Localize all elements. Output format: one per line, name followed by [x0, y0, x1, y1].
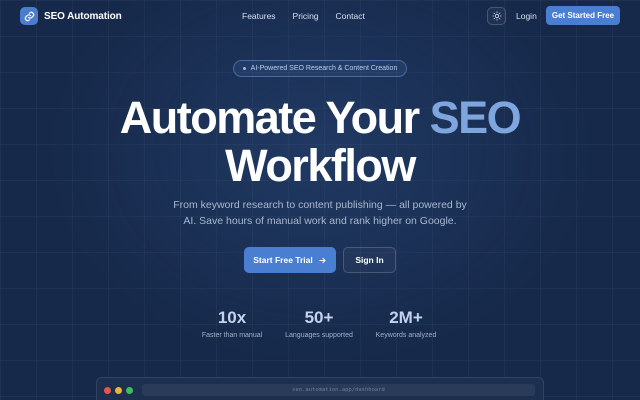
login-link[interactable]: Login — [516, 11, 537, 21]
dashboard-preview: seo.automation.app/dashboard — [96, 377, 544, 400]
start-free-trial-label: Start Free Trial — [253, 255, 313, 265]
sun-icon — [491, 11, 502, 21]
logo-text: SEO Automation — [44, 10, 122, 22]
theme-toggle-button[interactable] — [487, 7, 506, 25]
landing-page: SEO Automation Features Pricing Contact … — [0, 0, 640, 400]
sign-in-button[interactable]: Sign In — [343, 247, 396, 273]
stat-label: Keywords analyzed — [375, 332, 437, 339]
headline-accent: SEO — [429, 92, 522, 143]
window-maximize-dot — [126, 387, 133, 394]
arrow-right-icon — [319, 257, 326, 263]
stat-keywords: 2M+ Keywords analyzed — [351, 308, 461, 339]
headline-part1: Automate Your — [119, 92, 430, 143]
window-close-dot — [104, 387, 111, 394]
headline-part2: Workflow — [225, 140, 416, 191]
nav-link-features[interactable]: Features — [242, 11, 276, 21]
window-minimize-dot — [115, 387, 122, 394]
get-started-button[interactable]: Get Started Free — [546, 6, 620, 25]
sparkle-icon — [242, 67, 246, 70]
top-nav: SEO Automation Features Pricing Contact … — [0, 0, 640, 32]
stat-value: 2M+ — [389, 308, 423, 327]
start-free-trial-button[interactable]: Start Free Trial — [244, 247, 336, 273]
nav-link-contact[interactable]: Contact — [336, 11, 365, 21]
link-icon — [20, 7, 38, 25]
badge-text: AI-Powered SEO Research & Content Creati… — [250, 65, 398, 72]
hero-headline: Automate Your SEO Workflow — [0, 94, 640, 190]
nav-link-pricing[interactable]: Pricing — [293, 11, 319, 21]
hero-badge: AI-Powered SEO Research & Content Creati… — [233, 60, 407, 77]
nav-links: Features Pricing Contact — [242, 11, 365, 21]
logo[interactable]: SEO Automation — [20, 7, 122, 25]
preview-url-bar: seo.automation.app/dashboard — [142, 384, 535, 396]
hero-subtext: From keyword research to content publish… — [173, 199, 467, 227]
